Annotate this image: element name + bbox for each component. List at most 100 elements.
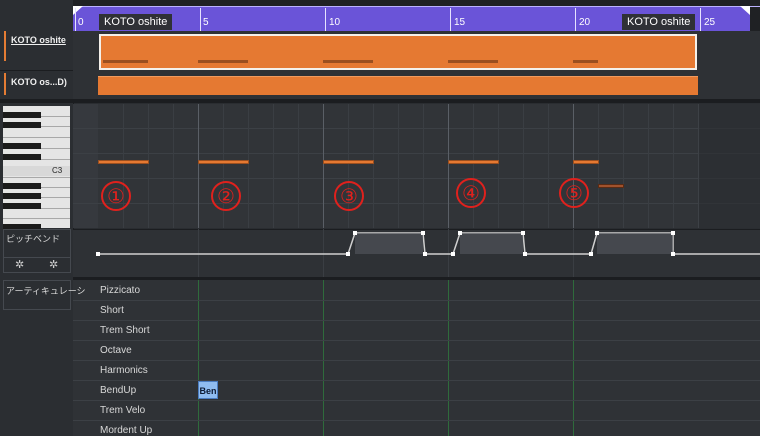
art-row-line: [73, 400, 760, 401]
annotation-circle-5: ⑤: [559, 178, 589, 208]
grid-beat-line: [598, 104, 599, 228]
track-name-koto-oshite[interactable]: KOTO oshite: [4, 31, 74, 61]
pitchbend-settings-icon[interactable]: ✲: [49, 258, 58, 271]
track-name-label: KOTO os...D): [11, 77, 67, 87]
midi-note[interactable]: [573, 160, 599, 164]
c3-key-label: C3: [52, 166, 63, 175]
annotation-circle-2: ②: [211, 181, 241, 211]
part-note-preview: [448, 60, 498, 63]
articulation-item-octave[interactable]: Octave: [100, 345, 132, 356]
articulation-item-bendup[interactable]: BendUp: [100, 385, 136, 396]
part-note-preview: [573, 60, 598, 63]
ruler-end-marker-icon[interactable]: [740, 6, 750, 15]
articulation-item-harmonics[interactable]: Harmonics: [100, 365, 148, 376]
ruler-label-20: 20: [579, 17, 591, 28]
white-key[interactable]: [3, 177, 70, 178]
grid-row-line: [73, 178, 760, 179]
art-bar-line: [198, 280, 199, 436]
art-bar-line: [573, 280, 574, 436]
grid-row-line: [73, 153, 760, 154]
part-note-preview: [103, 60, 148, 63]
midi-note[interactable]: [323, 160, 374, 164]
grid-beat-line: [423, 104, 424, 228]
grid-beat-line: [623, 104, 624, 228]
annotation-circle-3: ③: [334, 181, 364, 211]
editor-post-zone: [698, 104, 760, 228]
lane-divider: [73, 277, 760, 280]
black-key[interactable]: [3, 193, 41, 199]
grid-row-line: [73, 203, 760, 204]
grid-beat-line: [248, 104, 249, 228]
grid-beat-line: [648, 104, 649, 228]
pitchbend-curve[interactable]: [73, 229, 760, 277]
midi-part[interactable]: [98, 76, 698, 95]
articulation-item-trem-velo[interactable]: Trem Velo: [100, 405, 145, 416]
grid-beat-line: [548, 104, 549, 228]
track-name-koto-os-d[interactable]: KOTO os...D): [4, 73, 74, 95]
ruler-tick-25: [700, 8, 701, 31]
articulation-event-bendup[interactable]: Ben: [198, 381, 218, 399]
ruler-gap: [73, 0, 760, 6]
articulation-lane[interactable]: [73, 280, 760, 436]
black-key[interactable]: [3, 143, 41, 149]
grid-beat-line: [398, 104, 399, 228]
grid-row-line: [73, 128, 760, 129]
midi-note[interactable]: [448, 160, 499, 164]
pitchbend-freeze-icon[interactable]: ✲: [15, 258, 24, 271]
pb-panel-divider: [3, 257, 71, 258]
ruler-top-line: [73, 6, 760, 7]
key-editor-grid[interactable]: [73, 104, 760, 228]
art-row-line: [73, 380, 760, 381]
ruler-label-25: 25: [704, 17, 716, 28]
articulation-lane-label: アーティキュレーシ: [6, 286, 86, 296]
ruler-tick-5: [200, 8, 201, 31]
annotation-circle-4: ④: [456, 178, 486, 208]
articulation-item-short[interactable]: Short: [100, 305, 124, 316]
grid-bar-line: [448, 104, 449, 228]
articulation-item-mordent-up[interactable]: Mordent Up: [100, 425, 152, 436]
track-name-label: KOTO oshite: [11, 35, 66, 45]
midi-note-muted[interactable]: [598, 184, 624, 188]
grid-bar-line: [573, 104, 574, 228]
black-key[interactable]: [3, 203, 41, 209]
annotation-circle-1: ①: [101, 181, 131, 211]
grid-beat-line: [273, 104, 274, 228]
grid-beat-line: [523, 104, 524, 228]
white-key[interactable]: [3, 218, 70, 219]
art-row-line: [73, 300, 760, 301]
grid-bar-line: [198, 104, 199, 228]
art-bar-line: [448, 280, 449, 436]
ruler-label-5: 5: [203, 17, 209, 28]
part-note-preview: [323, 60, 373, 63]
part-note-preview: [198, 60, 248, 63]
black-key[interactable]: [3, 112, 41, 118]
black-key[interactable]: [3, 183, 41, 189]
ruler-label-0: 0: [78, 17, 84, 28]
ruler-tick-20: [575, 8, 576, 31]
grid-beat-line: [673, 104, 674, 228]
grid-beat-line: [123, 104, 124, 228]
art-bar-line: [323, 280, 324, 436]
part-label-end[interactable]: KOTO oshite: [622, 14, 696, 30]
art-row-line: [73, 360, 760, 361]
black-key[interactable]: [3, 154, 41, 160]
articulation-item-trem-short[interactable]: Trem Short: [100, 325, 150, 336]
grid-beat-line: [173, 104, 174, 228]
black-key[interactable]: [3, 122, 41, 128]
midi-part-selected[interactable]: [99, 34, 697, 70]
ruler-label-15: 15: [454, 17, 466, 28]
articulation-item-pizzicato[interactable]: Pizzicato: [100, 285, 140, 296]
grid-bar-line: [323, 104, 324, 228]
ruler-label-10: 10: [329, 17, 341, 28]
ruler-tick-0: [75, 8, 76, 31]
white-key[interactable]: [3, 137, 70, 138]
pitchbend-label: ピッチベンド: [6, 234, 61, 244]
part-label-start[interactable]: KOTO oshite: [99, 14, 173, 30]
art-row-line: [73, 420, 760, 421]
midi-note[interactable]: [98, 160, 149, 164]
grid-beat-line: [373, 104, 374, 228]
grid-beat-line: [148, 104, 149, 228]
grid-beat-line: [498, 104, 499, 228]
ruler-tick-10: [325, 8, 326, 31]
midi-note[interactable]: [198, 160, 249, 164]
